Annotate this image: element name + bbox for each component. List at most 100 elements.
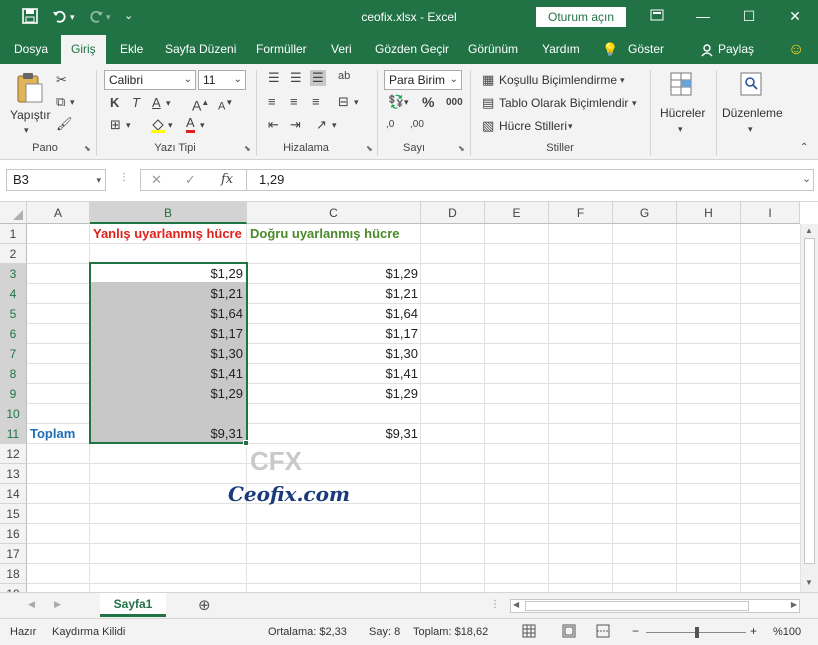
row-header-18[interactable]: 18 bbox=[0, 564, 27, 584]
cell-c3[interactable]: $1,29 bbox=[247, 264, 421, 284]
borders-icon[interactable]: ⊞ bbox=[110, 117, 121, 133]
minimize-icon[interactable]: — bbox=[680, 0, 726, 35]
italic-button[interactable]: T bbox=[132, 95, 140, 111]
close-icon[interactable]: ✕ bbox=[772, 0, 818, 35]
vertical-scroll-thumb[interactable] bbox=[804, 238, 815, 564]
cell-c10[interactable] bbox=[247, 404, 421, 424]
scroll-up-icon[interactable]: ▲ bbox=[805, 226, 813, 235]
tab-sayfa-duzeni[interactable]: Sayfa Düzeni bbox=[165, 35, 236, 64]
zoom-level[interactable]: %100 bbox=[773, 626, 801, 638]
increase-font-icon[interactable]: A▲ bbox=[192, 95, 209, 114]
font-size-dropdown[interactable]: 11 ⌄ bbox=[198, 70, 246, 90]
row-header-2[interactable]: 2 bbox=[0, 244, 27, 264]
format-painter-icon[interactable]: 🖌 bbox=[56, 116, 73, 132]
column-header-d[interactable]: D bbox=[421, 202, 485, 224]
name-box[interactable]: B3 ▾ bbox=[6, 169, 106, 191]
fill-handle[interactable] bbox=[243, 440, 249, 446]
row-header-1[interactable]: 1 bbox=[0, 224, 27, 244]
accounting-dropdown-icon[interactable]: ▾ bbox=[404, 94, 409, 110]
normal-view-icon[interactable] bbox=[522, 624, 536, 641]
paste-icon[interactable] bbox=[16, 72, 44, 108]
decrease-font-icon[interactable]: A▼ bbox=[218, 95, 233, 115]
row-header-16[interactable]: 16 bbox=[0, 524, 27, 544]
bold-button[interactable]: K bbox=[110, 95, 119, 111]
row-header-12[interactable]: 12 bbox=[0, 444, 27, 464]
cell-a11[interactable]: Toplam bbox=[30, 424, 90, 444]
row-header-3[interactable]: 3 bbox=[0, 264, 27, 284]
cell-c4[interactable]: $1,21 bbox=[247, 284, 421, 304]
smiley-icon[interactable]: ☺ bbox=[788, 35, 804, 64]
align-left-icon[interactable]: ≡ bbox=[268, 94, 276, 110]
cell-c8[interactable]: $1,41 bbox=[247, 364, 421, 384]
cell-c6[interactable]: $1,17 bbox=[247, 324, 421, 344]
tab-ekle[interactable]: Ekle bbox=[120, 35, 143, 64]
row-header-17[interactable]: 17 bbox=[0, 544, 27, 564]
percent-button[interactable]: % bbox=[422, 94, 434, 110]
cell-c7[interactable]: $1,30 bbox=[247, 344, 421, 364]
cell-c9[interactable]: $1,29 bbox=[247, 384, 421, 404]
scroll-left-icon[interactable]: ◀ bbox=[513, 600, 519, 609]
column-header-i[interactable]: I bbox=[741, 202, 800, 224]
insert-function-icon[interactable]: fx bbox=[221, 172, 233, 187]
increase-decimal-button[interactable]: ,0 bbox=[386, 117, 394, 133]
decrease-indent-icon[interactable]: ⇤ bbox=[268, 117, 279, 133]
wrap-text-icon[interactable]: ab bbox=[338, 68, 350, 84]
zoom-slider-thumb[interactable] bbox=[695, 627, 699, 638]
scroll-right-icon[interactable]: ▶ bbox=[791, 600, 797, 609]
page-break-icon[interactable] bbox=[596, 624, 610, 641]
cells-button[interactable]: Hücreler bbox=[660, 106, 705, 120]
row-header-15[interactable]: 15 bbox=[0, 504, 27, 524]
tab-yardim[interactable]: Yardım bbox=[542, 35, 580, 64]
orientation-dropdown-icon[interactable]: ▾ bbox=[332, 117, 337, 133]
zoom-in-icon[interactable]: + bbox=[750, 624, 757, 638]
cancel-icon[interactable]: ✕ bbox=[151, 172, 162, 188]
merge-dropdown-icon[interactable]: ▾ bbox=[354, 94, 359, 110]
collapse-ribbon-icon[interactable]: ⌃ bbox=[800, 140, 808, 156]
orientation-icon[interactable]: ↗ bbox=[316, 117, 327, 133]
format-table-button[interactable]: Tablo Olarak Biçimlendir bbox=[499, 96, 628, 110]
tab-gorunum[interactable]: Görünüm bbox=[468, 35, 518, 64]
underline-button[interactable]: A bbox=[152, 95, 161, 111]
align-middle-icon[interactable]: ☰ bbox=[290, 70, 302, 86]
column-header-e[interactable]: E bbox=[485, 202, 549, 224]
align-right-icon[interactable]: ≡ bbox=[312, 94, 320, 110]
number-format-dropdown[interactable]: Para Birim ⌄ bbox=[384, 70, 462, 90]
format-table-dropdown-icon[interactable]: ▾ bbox=[632, 95, 637, 111]
scroll-down-icon[interactable]: ▼ bbox=[805, 578, 813, 587]
row-header-10[interactable]: 10 bbox=[0, 404, 27, 424]
tab-giris[interactable]: Giriş bbox=[61, 35, 106, 64]
cell-c1[interactable]: Doğru uyarlanmış hücre bbox=[250, 224, 420, 244]
formula-input[interactable]: 1,29 bbox=[246, 169, 814, 191]
clipboard-launcher-icon[interactable]: ⬊ bbox=[84, 144, 91, 153]
merge-center-icon[interactable]: ⊟ bbox=[338, 94, 349, 110]
tab-goster[interactable]: Göster bbox=[628, 35, 664, 64]
row-header-4[interactable]: 4 bbox=[0, 284, 27, 304]
alignment-launcher-icon[interactable]: ⬊ bbox=[366, 144, 373, 153]
editing-dropdown-icon[interactable]: ▾ bbox=[748, 121, 753, 137]
cells-icon[interactable] bbox=[670, 72, 692, 100]
fill-color-dropdown-icon[interactable]: ▾ bbox=[168, 117, 173, 133]
font-color-button[interactable]: A bbox=[186, 116, 195, 133]
conditional-format-icon[interactable]: ▦ bbox=[482, 72, 494, 88]
paste-button[interactable]: Yapıştır bbox=[10, 108, 50, 122]
cell-styles-icon[interactable]: ▧ bbox=[482, 118, 494, 134]
font-color-dropdown-icon[interactable]: ▾ bbox=[200, 117, 205, 133]
column-header-c[interactable]: C bbox=[247, 202, 421, 224]
row-header-6[interactable]: 6 bbox=[0, 324, 27, 344]
increase-indent-icon[interactable]: ⇥ bbox=[290, 117, 301, 133]
column-header-a[interactable]: A bbox=[27, 202, 90, 224]
row-header-14[interactable]: 14 bbox=[0, 484, 27, 504]
ribbon-display-icon[interactable] bbox=[634, 0, 680, 35]
copy-icon[interactable]: ⧉ bbox=[56, 94, 65, 110]
next-sheet-icon[interactable]: ▶ bbox=[54, 599, 61, 610]
comma-style-button[interactable]: 000 bbox=[446, 95, 463, 111]
expand-formula-icon[interactable]: ⌄ bbox=[802, 172, 811, 185]
column-header-h[interactable]: H bbox=[677, 202, 741, 224]
row-header-8[interactable]: 8 bbox=[0, 364, 27, 384]
underline-dropdown-icon[interactable]: ▾ bbox=[166, 95, 171, 111]
align-top-icon[interactable]: ☰ bbox=[268, 70, 280, 86]
font-launcher-icon[interactable]: ⬊ bbox=[244, 144, 251, 153]
paste-dropdown-icon[interactable]: ▾ bbox=[24, 122, 29, 138]
sign-in-button[interactable]: Oturum açın bbox=[536, 7, 626, 27]
fill-color-icon[interactable] bbox=[150, 117, 166, 137]
